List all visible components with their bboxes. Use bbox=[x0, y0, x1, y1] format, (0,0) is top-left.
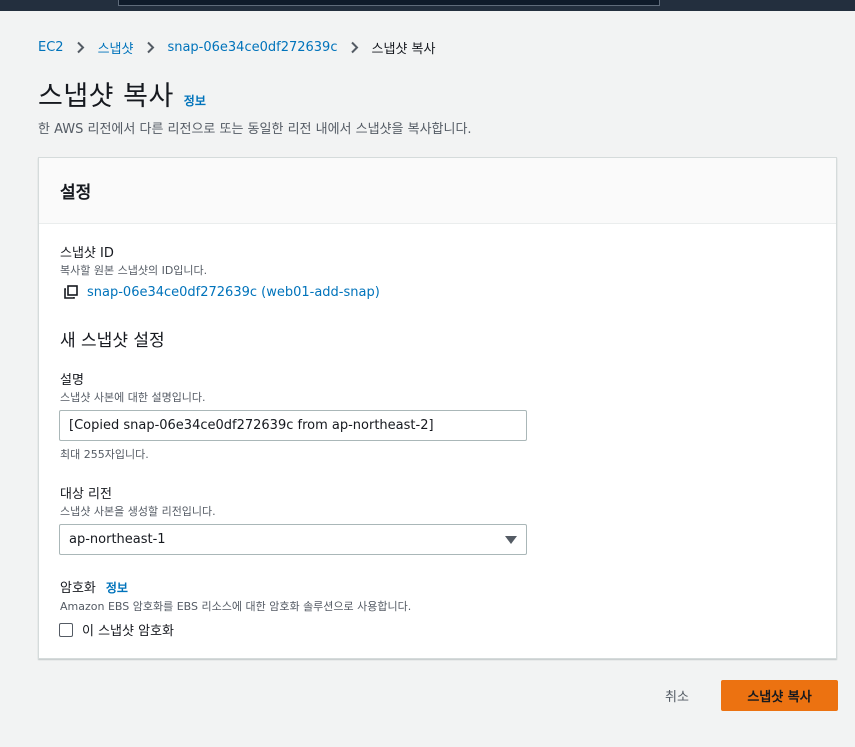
encrypt-snapshot-label[interactable]: 이 스냅샷 암호화 bbox=[82, 620, 174, 639]
chevron-right-icon bbox=[141, 38, 159, 56]
destination-region-hint: 스냅샷 사본을 생성할 리전입니다. bbox=[60, 505, 216, 518]
new-snapshot-settings-title: 새 스냅샷 설정 bbox=[60, 331, 165, 351]
source-snapshot-link[interactable]: snap-06e34ce0df272639c (web01-add-snap) bbox=[63, 284, 380, 300]
destination-region-select[interactable]: ap-northeast-1 bbox=[59, 524, 527, 555]
description-constraint: 최대 255자입니다. bbox=[60, 448, 149, 461]
breadcrumb-ec2[interactable]: EC2 bbox=[38, 40, 64, 55]
settings-panel: 설정 스냅샷 ID 복사할 원본 스냅샷의 ID입니다. snap-06e34c… bbox=[38, 157, 837, 659]
destination-region-label: 대상 리전 bbox=[60, 487, 112, 502]
page-header: 스냅샷 복사 정보 bbox=[38, 74, 206, 113]
snapshot-id-hint: 복사할 원본 스냅샷의 ID입니다. bbox=[60, 264, 208, 277]
encryption-label: 암호화 bbox=[60, 581, 96, 596]
copy-icon[interactable] bbox=[63, 284, 79, 300]
copy-snapshot-button[interactable]: 스냅샷 복사 bbox=[721, 680, 838, 711]
chevron-right-icon bbox=[72, 38, 90, 56]
encrypt-snapshot-checkbox[interactable] bbox=[59, 622, 73, 637]
page-description: 한 AWS 리전에서 다른 리전으로 또는 동일한 리전 내에서 스냅샷을 복사… bbox=[38, 122, 472, 137]
cancel-button[interactable]: 취소 bbox=[648, 680, 706, 710]
description-hint: 스냅샷 사본에 대한 설명입니다. bbox=[60, 391, 206, 404]
global-search-bar[interactable] bbox=[118, 0, 660, 6]
snapshot-id-label: 스냅샷 ID bbox=[60, 246, 114, 261]
breadcrumb: EC2 스냅샷 snap-06e34ce0df272639c 스냅샷 복사 bbox=[38, 38, 436, 57]
destination-region-value: ap-northeast-1 bbox=[69, 532, 166, 547]
breadcrumb-snapshots[interactable]: 스냅샷 bbox=[98, 38, 134, 57]
caret-down-icon bbox=[505, 535, 517, 544]
breadcrumb-snapshot-id[interactable]: snap-06e34ce0df272639c bbox=[167, 40, 337, 55]
description-label: 설명 bbox=[60, 373, 84, 388]
chevron-right-icon bbox=[345, 38, 363, 56]
encryption-header: 암호화 정보 bbox=[60, 577, 128, 596]
settings-panel-title: 설정 bbox=[60, 183, 92, 203]
breadcrumb-current: 스냅샷 복사 bbox=[371, 41, 436, 57]
encryption-info-link[interactable]: 정보 bbox=[106, 579, 128, 596]
description-input[interactable] bbox=[59, 410, 527, 441]
encryption-hint: Amazon EBS 암호화를 EBS 리소스에 대한 암호화 솔루션으로 사용… bbox=[60, 600, 412, 613]
page-title: 스냅샷 복사 bbox=[38, 81, 174, 112]
page-info-link[interactable]: 정보 bbox=[184, 92, 206, 109]
settings-panel-header: 설정 bbox=[39, 158, 836, 224]
source-snapshot-id[interactable]: snap-06e34ce0df272639c (web01-add-snap) bbox=[87, 285, 380, 300]
encrypt-snapshot-option[interactable]: 이 스냅샷 암호화 bbox=[59, 620, 174, 639]
top-navigation-bar bbox=[0, 0, 855, 11]
